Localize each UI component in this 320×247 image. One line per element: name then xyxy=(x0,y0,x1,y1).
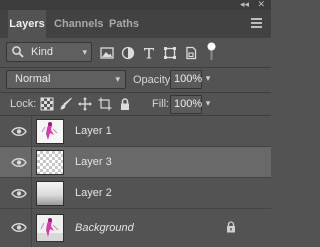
smart-object-filter-icon[interactable] xyxy=(184,46,198,60)
fill-label: Fill: xyxy=(152,98,170,110)
tab-layers[interactable]: Layers xyxy=(8,10,46,38)
row-divider xyxy=(31,178,32,209)
figure-art-thumbnail xyxy=(37,120,63,143)
lock-all-icon[interactable] xyxy=(118,97,132,111)
eye-visibility-icon[interactable] xyxy=(11,222,27,233)
blend-row: Normal ▾ Opacity: 100% ▾ xyxy=(0,68,271,92)
lock-artboard-icon[interactable] xyxy=(98,97,112,111)
chevron-down-icon: ▾ xyxy=(82,47,87,57)
adjustment-filter-icon[interactable] xyxy=(121,46,135,60)
layers-panel: ◂◂ ✕ Layers Channels Paths Kind ▾ Normal… xyxy=(0,0,271,247)
lock-transparent-pixels-icon[interactable] xyxy=(40,97,54,111)
collapse-panels-button[interactable]: ◂◂ xyxy=(240,0,249,10)
layer-thumbnail[interactable] xyxy=(36,150,64,175)
fill-input[interactable]: 100% xyxy=(170,95,202,114)
lock-image-pixels-icon[interactable] xyxy=(59,97,73,111)
layer-thumbnail[interactable] xyxy=(36,214,64,242)
layer-row-layer-2[interactable]: Layer 2 xyxy=(0,178,271,209)
opacity-input[interactable]: 100% xyxy=(170,70,202,89)
layer-row-layer-3[interactable]: Layer 3 xyxy=(0,147,271,178)
panel-tab-bar: Layers Channels Paths xyxy=(0,10,271,38)
layer-thumbnail[interactable] xyxy=(36,119,64,144)
figure-art-thumbnail xyxy=(37,215,63,241)
filter-kind-label: Kind xyxy=(31,46,54,58)
eye-visibility-icon[interactable] xyxy=(11,188,27,199)
lock-icon[interactable] xyxy=(226,221,236,233)
opacity-label: Opacity: xyxy=(133,74,174,86)
pixel-filter-icon[interactable] xyxy=(100,46,114,60)
panel-menu-icon[interactable] xyxy=(251,16,265,30)
layer-row-background[interactable]: Background xyxy=(0,209,271,247)
layers-list: Layer 1 Layer 3 Layer 2 Background xyxy=(0,116,271,247)
close-panel-button[interactable]: ✕ xyxy=(257,0,265,10)
layer-thumbnail[interactable] xyxy=(36,181,64,206)
tab-channels[interactable]: Channels xyxy=(54,10,104,38)
blend-mode-select[interactable]: Normal ▾ xyxy=(6,70,126,89)
tab-paths[interactable]: Paths xyxy=(108,10,140,38)
lock-row: Lock: Fill: 100% ▾ xyxy=(0,93,271,115)
layer-row-layer-1[interactable]: Layer 1 xyxy=(0,116,271,147)
row-divider xyxy=(31,209,32,247)
lock-position-icon[interactable] xyxy=(78,97,92,111)
opacity-slider-toggle[interactable]: ▾ xyxy=(202,70,214,89)
layer-name[interactable]: Layer 1 xyxy=(75,116,112,147)
chevron-down-icon: ▾ xyxy=(115,74,120,84)
row-divider xyxy=(31,147,32,178)
layer-filter-row: Kind ▾ xyxy=(0,38,271,68)
panel-title-strip: ◂◂ ✕ xyxy=(0,0,271,10)
search-icon xyxy=(12,46,24,58)
shape-filter-icon[interactable] xyxy=(163,46,177,60)
type-filter-icon[interactable] xyxy=(142,46,156,60)
layer-name[interactable]: Layer 2 xyxy=(75,178,112,209)
eye-visibility-icon[interactable] xyxy=(11,126,27,137)
blend-mode-value: Normal xyxy=(15,73,51,85)
fill-slider-toggle[interactable]: ▾ xyxy=(202,95,214,114)
eye-visibility-icon[interactable] xyxy=(11,157,27,168)
layer-name[interactable]: Background xyxy=(75,209,134,247)
layer-name[interactable]: Layer 3 xyxy=(75,147,112,178)
filter-kind-select[interactable]: Kind ▾ xyxy=(6,42,92,62)
filter-toggle-switch[interactable] xyxy=(207,42,216,61)
lock-label: Lock: xyxy=(10,98,37,110)
row-divider xyxy=(31,116,32,147)
